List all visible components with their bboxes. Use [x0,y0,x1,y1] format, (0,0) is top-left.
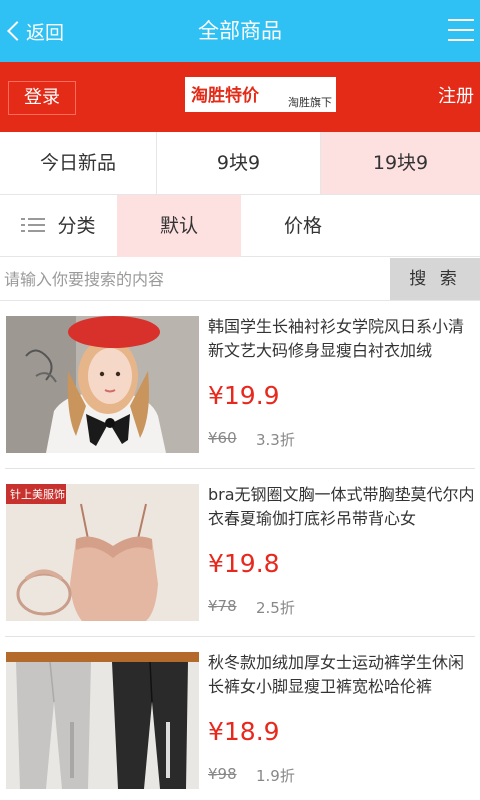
product-image[interactable]: 针上美服饰 [6,484,199,621]
search-input[interactable] [0,258,390,300]
sort-bar: 分类 默认 价格 [0,195,480,257]
product-original-price: ¥60 [208,429,237,447]
product-image[interactable] [6,652,199,789]
title-bar: 返回 全部商品 [0,0,480,62]
tab-9-9[interactable]: 9块9 [157,132,321,194]
product-name: 韩国学生长袖衬衫女学院风日系小清新文艺大码修身显瘦白衬衣加绒 [208,317,465,360]
category-filter-label: 分类 [57,215,96,237]
product-original-price: ¥98 [208,765,237,783]
product-item[interactable]: 韩国学生长袖衬衫女学院风日系小清新文艺大码修身显瘦白衬衣加绒 ¥19.9 ¥60… [0,301,480,469]
category-tabs: 今日新品 9块9 19块9 [0,132,480,195]
product-price: ¥18.9 [208,717,280,746]
product-image[interactable] [6,316,199,453]
list-icon [21,217,46,233]
logo-title: 淘胜特价 [191,86,259,106]
sort-default-button[interactable]: 默认 [117,195,241,257]
product-discount: 3.3折 [256,431,295,449]
search-button[interactable]: 搜 索 [390,258,480,300]
product-price: ¥19.9 [208,381,280,410]
search-bar: 搜 索 [0,258,480,300]
category-filter-button[interactable]: 分类 [0,195,117,257]
register-button[interactable]: 注册 [438,62,474,132]
product-name: bra无钢圈文胸一体式带胸垫莫代尔内衣春夏瑜伽打底衫吊带背心女 [208,485,475,528]
product-item[interactable]: 针上美服饰 bra无钢圈文胸一体式带胸垫莫代尔内衣春夏瑜伽打底衫吊带背心女 ¥1… [0,469,480,637]
menu-icon[interactable] [448,19,474,41]
tab-new-today[interactable]: 今日新品 [0,132,157,194]
sort-price-button[interactable]: 价格 [241,195,365,257]
image-badge: 针上美服饰 [10,487,65,501]
page-title: 全部商品 [198,19,282,43]
product-original-price: ¥78 [208,597,237,615]
product-item[interactable]: 秋冬款加绒加厚女士运动裤学生休闲长裤女小脚显瘦卫裤宽松哈伦裤 ¥18.9 ¥98… [0,637,480,800]
logo-subtitle: 淘胜旗下 [288,96,332,109]
brand-bar: 登录 淘胜特价 淘胜旗下 注册 [0,62,480,132]
tab-19-9[interactable]: 19块9 [321,132,480,194]
brand-logo: 淘胜特价 淘胜旗下 [185,77,336,112]
product-discount: 2.5折 [256,599,295,617]
product-name: 秋冬款加绒加厚女士运动裤学生休闲长裤女小脚显瘦卫裤宽松哈伦裤 [208,653,465,696]
login-button[interactable]: 登录 [8,81,76,115]
product-discount: 1.9折 [256,767,295,785]
product-price: ¥19.8 [208,549,280,578]
